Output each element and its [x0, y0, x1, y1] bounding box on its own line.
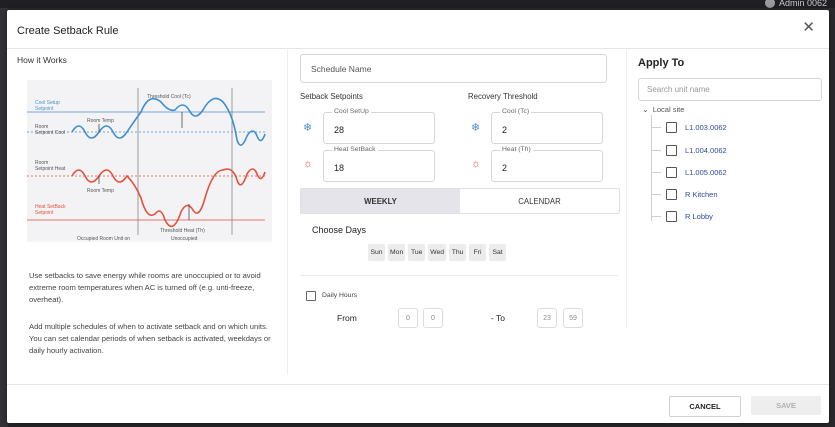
divider	[7, 48, 829, 49]
unit-search-placeholder: Search unit name	[647, 85, 710, 94]
divider	[287, 48, 288, 375]
unit-checkbox[interactable]	[666, 122, 677, 133]
sun-icon: ☼	[303, 158, 314, 170]
schedule-name-placeholder: Schedule Name	[311, 64, 372, 74]
unit-label: L1.003.0062	[685, 123, 727, 132]
apply-to-heading: Apply To	[638, 57, 685, 69]
unit-label: R Lobby	[685, 212, 713, 221]
unit-label: L1.005.0062	[685, 168, 727, 177]
how-it-works-heading: How it Works	[17, 55, 67, 65]
threshold-heat-label: Threshold Heat (Th)	[160, 228, 205, 234]
day-selector: Sun Mon Tue Wed Thu Fri Sat	[368, 244, 507, 261]
from-hour-input[interactable]: 0	[398, 308, 418, 328]
daily-hours-checkbox[interactable]	[306, 291, 316, 301]
from-minute-input[interactable]: 0	[423, 308, 443, 328]
cool-threshold-value: 2	[502, 125, 508, 135]
divider	[300, 275, 618, 276]
from-label: From	[337, 313, 357, 323]
unit-label: L1.004.0062	[685, 146, 727, 155]
day-mon-button[interactable]: Mon	[388, 244, 406, 261]
description-paragraph: Add multiple schedules of when to activa…	[29, 322, 271, 355]
dialog-title: Create Setback Rule	[17, 25, 119, 37]
sun-icon: ☼	[471, 158, 482, 170]
unoccupied-label: Unoccupied	[171, 236, 198, 242]
cool-setup-label: Cool SetUp	[332, 108, 371, 115]
divider	[7, 384, 829, 385]
day-sat-button[interactable]: Sat	[489, 244, 507, 261]
tree-item-unit[interactable]: R Kitchen	[651, 189, 718, 200]
cool-setup-label: Cool Setup Setpoint	[35, 100, 60, 112]
heat-threshold-label: Heat (Th)	[500, 146, 533, 153]
cool-threshold-label: Cool (Tc)	[500, 108, 532, 115]
cancel-button[interactable]: CANCEL	[669, 396, 741, 417]
day-wed-button[interactable]: Wed	[428, 244, 447, 261]
save-button[interactable]: SAVE	[751, 396, 821, 415]
setback-diagram-graphic: Cool Setup Setpoint Room Setpoint Cool Roo…	[27, 88, 266, 242]
unit-checkbox[interactable]	[666, 189, 677, 200]
room-temp-bottom-label: Room Temp	[87, 188, 114, 194]
day-thu-button[interactable]: Thu	[449, 244, 467, 261]
tree-item-unit[interactable]: L1.003.0062	[651, 122, 727, 133]
setback-setpoints-label: Setback Setpoints	[300, 92, 363, 101]
cool-setup-field[interactable]: Cool SetUp 28	[323, 108, 435, 144]
room-temp-top-label: Room Temp	[87, 118, 114, 124]
unit-search-input[interactable]: Search unit name	[638, 78, 822, 101]
occupied-label: Occupied Room Unit on	[77, 236, 130, 242]
tab-weekly[interactable]: WEEKLY	[301, 189, 460, 213]
close-icon[interactable]: ✕	[802, 20, 815, 35]
heat-threshold-value: 2	[502, 163, 508, 173]
threshold-cool-label: Threshold Cool (Tc)	[147, 94, 191, 100]
to-minute-input[interactable]: 59	[563, 308, 583, 328]
tree-item-unit[interactable]: L1.004.0062	[651, 145, 727, 156]
schedule-type-tabs: WEEKLY CALENDAR	[300, 188, 620, 214]
recovery-threshold-label: Recovery Threshold	[468, 92, 538, 101]
unit-checkbox[interactable]	[666, 167, 677, 178]
user-menu[interactable]: Admin 0062	[764, 0, 827, 8]
heat-setback-value: 18	[334, 163, 345, 173]
unit-checkbox[interactable]	[666, 145, 677, 156]
create-setback-dialog: Create Setback Rule ✕ How it Works Cool …	[7, 10, 829, 423]
description-paragraph: Use setbacks to save energy while rooms …	[29, 271, 261, 304]
unit-checkbox[interactable]	[666, 211, 677, 222]
divider	[626, 48, 627, 328]
avatar	[764, 0, 775, 8]
tab-calendar[interactable]: CALENDAR	[460, 189, 619, 213]
choose-days-label: Choose Days	[312, 225, 367, 235]
tree-root-local-site[interactable]: ⌄ Local site	[642, 105, 684, 114]
chevron-down-icon: ⌄	[642, 105, 649, 114]
day-tue-button[interactable]: Tue	[408, 244, 426, 261]
tree-item-unit[interactable]: R Lobby	[651, 211, 713, 222]
heat-threshold-field[interactable]: Heat (Th) 2	[491, 146, 603, 182]
tree-root-label: Local site	[652, 105, 685, 114]
to-label: - To	[491, 313, 506, 323]
unit-label: R Kitchen	[685, 190, 718, 199]
snowflake-icon: ❄	[303, 122, 313, 134]
top-bar: Admin 0062	[0, 0, 835, 8]
cool-threshold-field[interactable]: Cool (Tc) 2	[491, 108, 603, 144]
day-fri-button[interactable]: Fri	[469, 244, 487, 261]
room-setpoint-heat-label: Room Setpoint Heat	[35, 160, 66, 172]
to-hour-input[interactable]: 23	[537, 308, 557, 328]
heat-setback-label: Heat SetBack	[332, 146, 378, 153]
daily-hours-label: Daily Hours	[322, 292, 358, 299]
setback-diagram: Cool Setup Setpoint Room Setpoint Cool Roo…	[27, 80, 272, 242]
heat-setback-field[interactable]: Heat SetBack 18	[323, 146, 435, 182]
tree-item-unit[interactable]: L1.005.0062	[651, 167, 727, 178]
snowflake-icon: ❄	[471, 122, 481, 134]
cool-setup-value: 28	[334, 125, 345, 135]
room-setpoint-cool-label: Room Setpoint Cool	[35, 124, 65, 136]
user-name: Admin 0062	[778, 0, 827, 8]
day-sun-button[interactable]: Sun	[368, 244, 385, 261]
schedule-name-input[interactable]: Schedule Name	[300, 54, 607, 83]
heat-setback-label: Heat SetBack Setpoint	[35, 204, 66, 216]
